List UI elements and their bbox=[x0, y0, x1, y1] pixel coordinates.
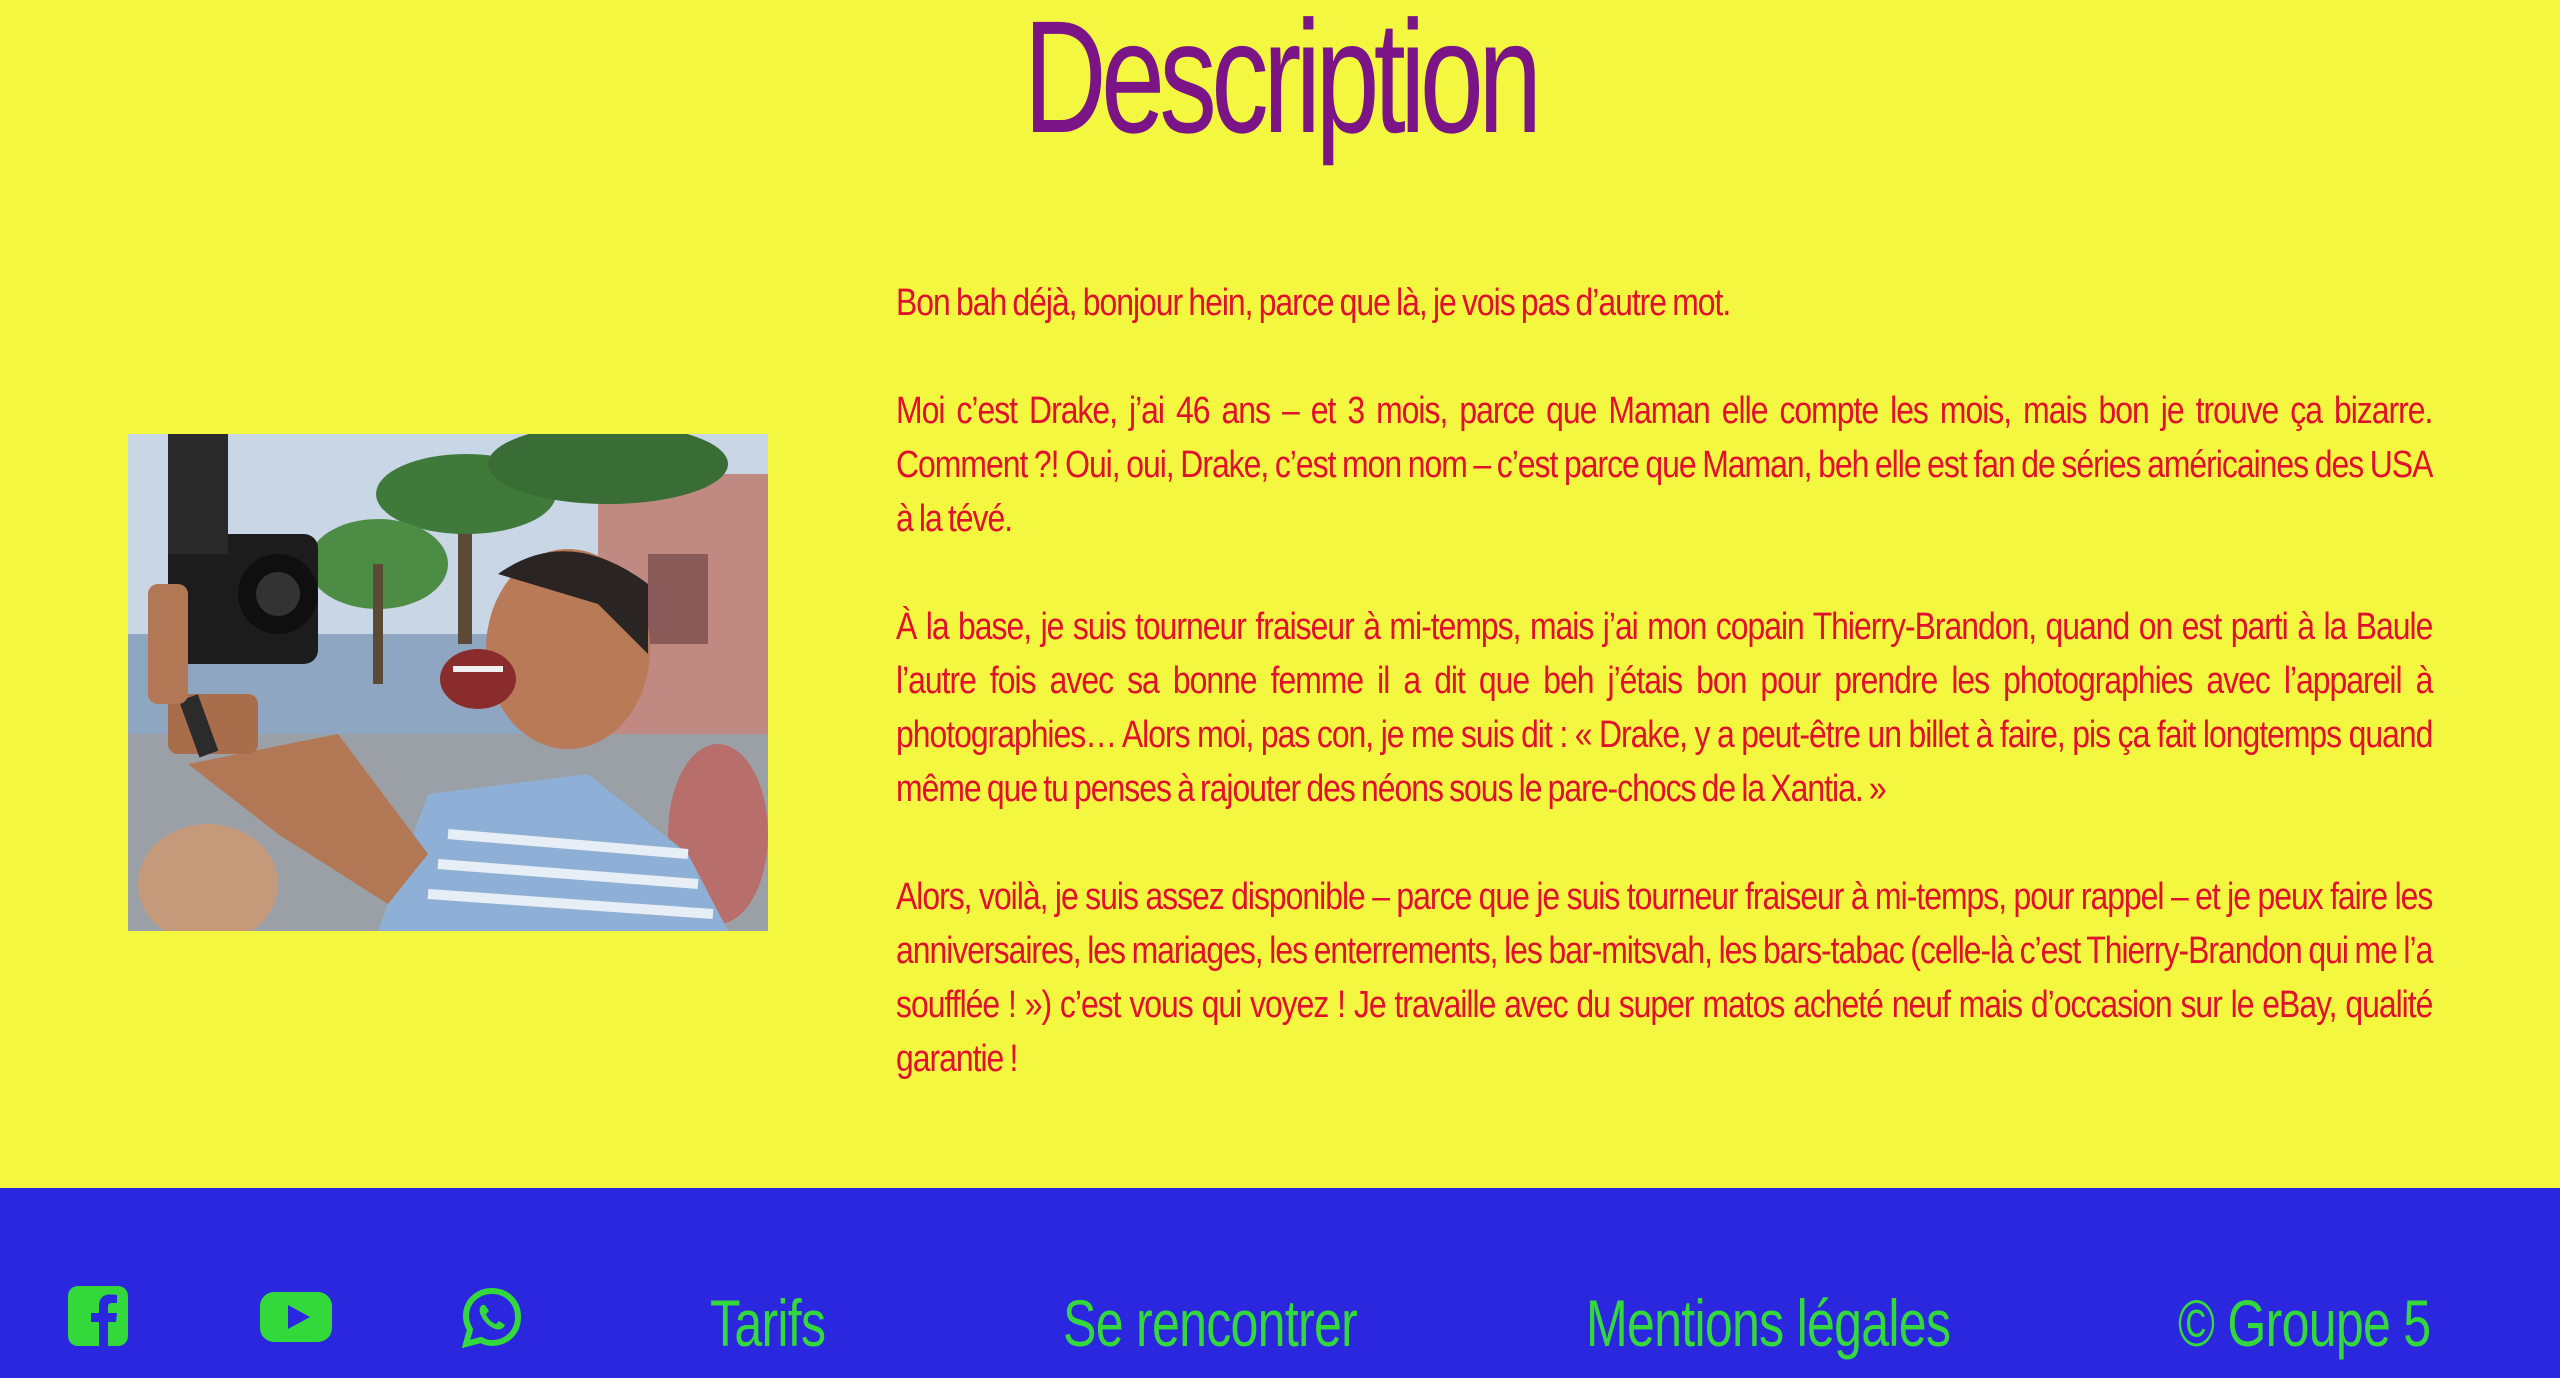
tarifs-link[interactable]: Tarifs bbox=[710, 1284, 826, 1362]
facebook-icon[interactable] bbox=[68, 1286, 128, 1346]
paragraph: Alors, voilà, je suis assez disponible –… bbox=[896, 876, 2433, 1080]
youtube-icon[interactable] bbox=[260, 1292, 332, 1342]
paragraph: À la base, je suis tourneur fraiseur à m… bbox=[896, 606, 2433, 810]
copyright-text: © Groupe 5 bbox=[2178, 1286, 2431, 1360]
page-title: Description bbox=[1023, 0, 1543, 166]
paragraph: Bon bah déjà, bonjour hein, parce que là… bbox=[896, 282, 1731, 324]
description-text: Bon bah déjà, bonjour hein, parce que là… bbox=[896, 276, 2433, 1140]
paragraph: Moi c’est Drake, j’ai 46 ans – et 3 mois… bbox=[896, 390, 2433, 540]
se-rencontrer-link[interactable]: Se rencontrer bbox=[1063, 1284, 1358, 1362]
whatsapp-icon[interactable] bbox=[462, 1288, 522, 1348]
photographer-photo bbox=[128, 434, 768, 931]
mentions-legales-link[interactable]: Mentions légales bbox=[1586, 1284, 1951, 1362]
